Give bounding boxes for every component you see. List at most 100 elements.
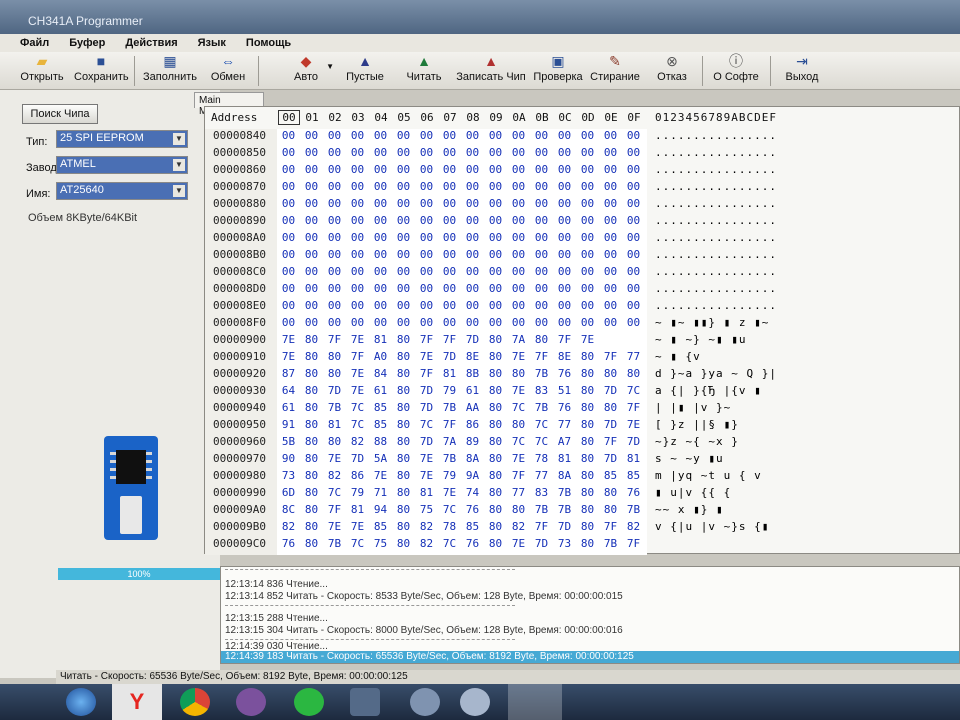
hex-byte[interactable]: 00 [277,282,300,295]
hex-byte[interactable]: 00 [530,265,553,278]
auto-button[interactable]: ◆ Авто ▼ [278,52,334,90]
hex-byte[interactable]: 00 [438,316,461,329]
hex-byte[interactable]: 00 [277,231,300,244]
hex-byte[interactable]: 7E [507,537,530,550]
hex-byte[interactable]: 00 [300,316,323,329]
chevron-down-icon[interactable]: ▼ [326,62,334,71]
hex-byte[interactable]: 00 [277,265,300,278]
hex-row[interactable]: 90 80 7E 7D 5A 80 7E 7B 8A 80 7E 78 81 80 7D 81 [277,452,645,469]
hex-byte[interactable]: 80 [300,350,323,363]
hex-byte[interactable]: 7F [530,350,553,363]
hex-byte[interactable]: 7E [277,350,300,363]
hex-byte[interactable]: 00 [461,129,484,142]
hex-byte[interactable]: 77 [553,418,576,431]
hex-byte[interactable]: 00 [438,180,461,193]
open-button[interactable]: ▰ Открыть [20,52,64,90]
hex-byte[interactable]: 7F [622,537,645,550]
hex-byte[interactable]: 80 [300,333,323,346]
hex-byte[interactable]: 00 [507,316,530,329]
hex-byte[interactable]: 00 [415,180,438,193]
hex-byte[interactable]: 00 [622,214,645,227]
hex-byte[interactable]: 00 [392,163,415,176]
hex-byte[interactable]: 7F [323,503,346,516]
hex-byte[interactable]: 00 [277,248,300,261]
whatsapp-icon[interactable] [294,688,324,716]
hex-byte[interactable]: 00 [438,265,461,278]
hex-row[interactable]: 87 80 80 7E 84 80 7F 81 8B 80 80 7B 76 80 80 80 [277,367,645,384]
hex-byte[interactable]: 85 [599,469,622,482]
hex-byte[interactable]: 7C [622,384,645,397]
hex-byte[interactable]: 85 [369,401,392,414]
hex-row[interactable]: 7E 80 80 7F A0 80 7E 7D 8E 80 7E 7F 8E 80 7F 77 [277,350,645,367]
hex-byte[interactable]: 00 [461,214,484,227]
hex-byte[interactable]: 77 [507,486,530,499]
hex-byte[interactable]: 00 [622,316,645,329]
hex-byte[interactable]: 00 [576,316,599,329]
hex-byte[interactable]: 00 [392,265,415,278]
yandex-browser-icon[interactable]: Y [112,684,162,720]
hex-byte[interactable]: 77 [622,350,645,363]
hex-byte[interactable]: 80 [622,367,645,380]
hex-byte[interactable]: 80 [392,401,415,414]
hex-byte[interactable]: 00 [346,197,369,210]
exit-button[interactable]: ⇥ Выход [784,52,820,90]
hex-byte[interactable]: 00 [438,146,461,159]
hex-byte[interactable]: 76 [622,486,645,499]
hex-byte[interactable]: 7E [346,520,369,533]
hex-byte[interactable]: 7F [599,520,622,533]
hex-byte[interactable]: 00 [530,231,553,244]
hex-byte[interactable]: 7D [599,384,622,397]
hex-byte[interactable]: 00 [622,299,645,312]
hex-row[interactable]: 00 00 00 00 00 00 00 00 00 00 00 00 00 00 00 00 [277,316,645,333]
hex-byte[interactable]: 80 [484,418,507,431]
hex-byte[interactable]: 82 [415,520,438,533]
hex-byte[interactable]: 80 [599,486,622,499]
hex-byte[interactable]: 76 [553,401,576,414]
hex-byte[interactable]: 00 [530,299,553,312]
hex-byte[interactable]: 90 [277,452,300,465]
hex-row[interactable]: 00 00 00 00 00 00 00 00 00 00 00 00 00 00 00 00 [277,231,645,248]
hex-byte[interactable]: 80 [300,384,323,397]
hex-byte[interactable]: 71 [369,486,392,499]
hex-byte[interactable]: 82 [277,520,300,533]
hex-byte[interactable]: 61 [369,384,392,397]
hex-row[interactable]: 7E 80 7F 7E 81 80 7F 7F 7D 80 7A 80 7F 7E [277,333,599,350]
hex-byte[interactable]: 81 [438,367,461,380]
hex-byte[interactable]: 80 [599,401,622,414]
hex-byte[interactable]: 80 [484,469,507,482]
hex-byte[interactable]: 00 [369,248,392,261]
hex-byte[interactable]: 00 [369,316,392,329]
hex-byte[interactable]: 00 [415,299,438,312]
hex-byte[interactable]: 87 [277,367,300,380]
hex-byte[interactable]: 61 [461,384,484,397]
hex-byte[interactable]: 7B [438,401,461,414]
hex-byte[interactable]: 75 [369,537,392,550]
hex-byte[interactable]: 7B [530,367,553,380]
hex-byte[interactable]: 78 [530,452,553,465]
hex-row[interactable]: 00 00 00 00 00 00 00 00 00 00 00 00 00 00 00 00 [277,129,645,146]
hex-byte[interactable]: 00 [277,214,300,227]
hex-byte[interactable]: 00 [530,163,553,176]
hex-byte[interactable]: 7D [415,435,438,448]
hex-byte[interactable]: 00 [277,180,300,193]
hex-byte[interactable]: 80 [392,520,415,533]
hex-byte[interactable]: 81 [553,452,576,465]
hex-byte[interactable]: 00 [599,163,622,176]
hex-byte[interactable]: 00 [576,129,599,142]
hex-byte[interactable]: 00 [461,299,484,312]
hex-byte[interactable]: 7E [415,469,438,482]
hex-byte[interactable]: 00 [553,163,576,176]
hex-row[interactable]: 61 80 7B 7C 85 80 7D 7B AA 80 7C 7B 76 80 80 7F [277,401,645,418]
hex-byte[interactable]: 00 [415,231,438,244]
hex-byte[interactable]: 7F [438,333,461,346]
hex-byte[interactable]: 7E [507,384,530,397]
hex-byte[interactable]: 79 [438,384,461,397]
hex-byte[interactable]: 80 [392,435,415,448]
hex-byte[interactable]: 00 [530,316,553,329]
hex-byte[interactable]: 00 [438,163,461,176]
hex-byte[interactable]: 7D [599,418,622,431]
hex-byte[interactable]: 89 [461,435,484,448]
hex-byte[interactable]: 7E [507,350,530,363]
hex-byte[interactable]: 00 [599,316,622,329]
hex-byte[interactable]: 82 [622,520,645,533]
